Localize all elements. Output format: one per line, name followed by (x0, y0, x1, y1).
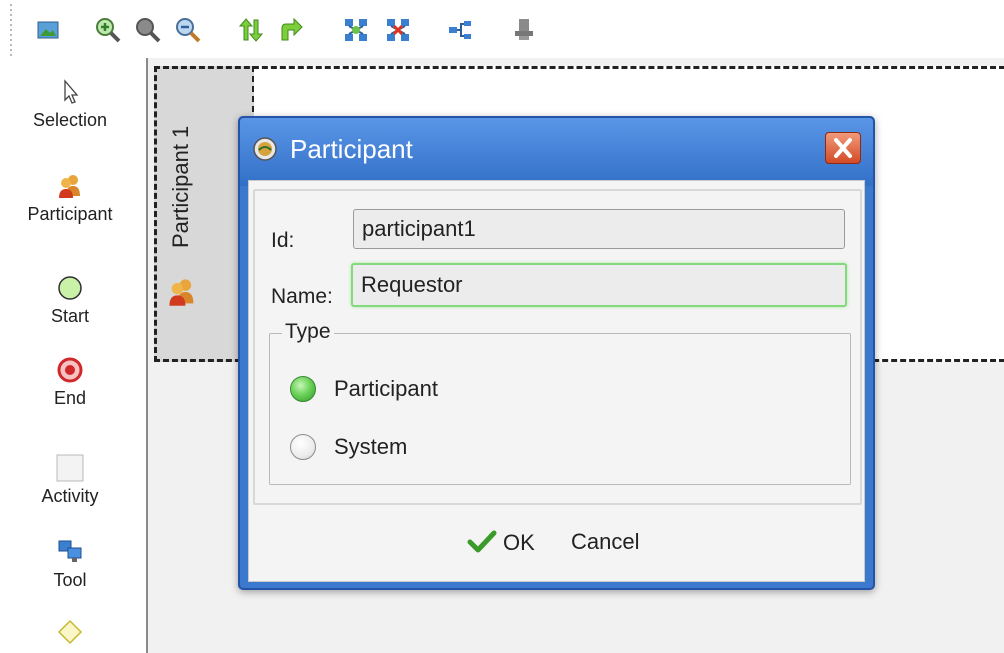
id-field[interactable] (353, 209, 845, 249)
app-logo-icon (252, 136, 278, 162)
palette-item-gateway[interactable] (0, 618, 140, 646)
ok-button[interactable]: OK (467, 529, 535, 563)
cursor-icon (56, 78, 84, 106)
close-icon (834, 138, 852, 158)
main-toolbar (0, 0, 1004, 58)
zoom-in-icon[interactable] (94, 16, 122, 44)
radio-unselected-indicator[interactable] (290, 434, 316, 460)
palette-label: Activity (41, 486, 99, 506)
people-icon (56, 172, 84, 200)
palette-item-start[interactable]: Start (0, 274, 140, 327)
palette-item-tool[interactable]: Tool (0, 538, 140, 591)
cancel-button[interactable]: Cancel (571, 529, 639, 563)
palette-label: Selection (32, 110, 108, 130)
cancel-label: Cancel (571, 529, 640, 554)
end-circle-icon (56, 356, 84, 384)
type-group: Type Participant System (269, 320, 851, 485)
dialog-body: Id: Name: Type Participant System OK (248, 180, 865, 582)
layout-red-icon[interactable] (384, 16, 412, 44)
lane-title: Participant 1 (168, 126, 193, 249)
radio-selected-indicator[interactable] (290, 376, 316, 402)
start-circle-icon (56, 274, 84, 302)
radio-label: Participant (334, 376, 438, 401)
zoom-out-icon[interactable] (174, 16, 202, 44)
connect-icon[interactable] (446, 16, 474, 44)
stamp-icon[interactable] (510, 16, 538, 44)
dialog-title: Participant (290, 134, 413, 164)
form-panel: Id: Name: Type Participant System (253, 189, 862, 505)
palette-item-selection[interactable]: Selection (0, 78, 140, 131)
layout-green-icon[interactable] (342, 16, 370, 44)
tool-monitors-icon (56, 538, 84, 566)
redo-arrow-icon[interactable] (276, 16, 304, 44)
palette-item-activity[interactable]: Activity (0, 454, 140, 507)
name-field[interactable] (351, 263, 847, 307)
id-label: Id: (271, 229, 295, 252)
participant-dialog: Participant Id: Name: Type Participant S… (238, 116, 875, 590)
element-palette: Selection Participant Start End Activity… (0, 58, 146, 653)
zoom-actual-icon[interactable] (134, 16, 162, 44)
name-label: Name: (271, 285, 333, 308)
image-icon[interactable] (34, 16, 62, 44)
diamond-icon (56, 618, 84, 646)
close-button[interactable] (825, 132, 861, 164)
palette-label: Start (50, 306, 89, 326)
palette-label: End (53, 388, 87, 408)
palette-item-end[interactable]: End (0, 356, 140, 409)
palette-item-participant[interactable]: Participant (0, 172, 140, 225)
people-icon (166, 276, 198, 308)
type-legend: Type (282, 320, 334, 344)
radio-label: System (334, 434, 408, 459)
toolbar-grip[interactable] (10, 4, 12, 56)
palette-label: Tool (53, 570, 87, 590)
swap-vertical-icon[interactable] (236, 16, 264, 44)
palette-label: Participant (27, 204, 113, 224)
checkmark-icon (467, 529, 497, 553)
activity-box-icon (56, 454, 84, 482)
dialog-title-bar[interactable]: Participant (240, 118, 873, 186)
ok-label: OK (503, 530, 535, 555)
